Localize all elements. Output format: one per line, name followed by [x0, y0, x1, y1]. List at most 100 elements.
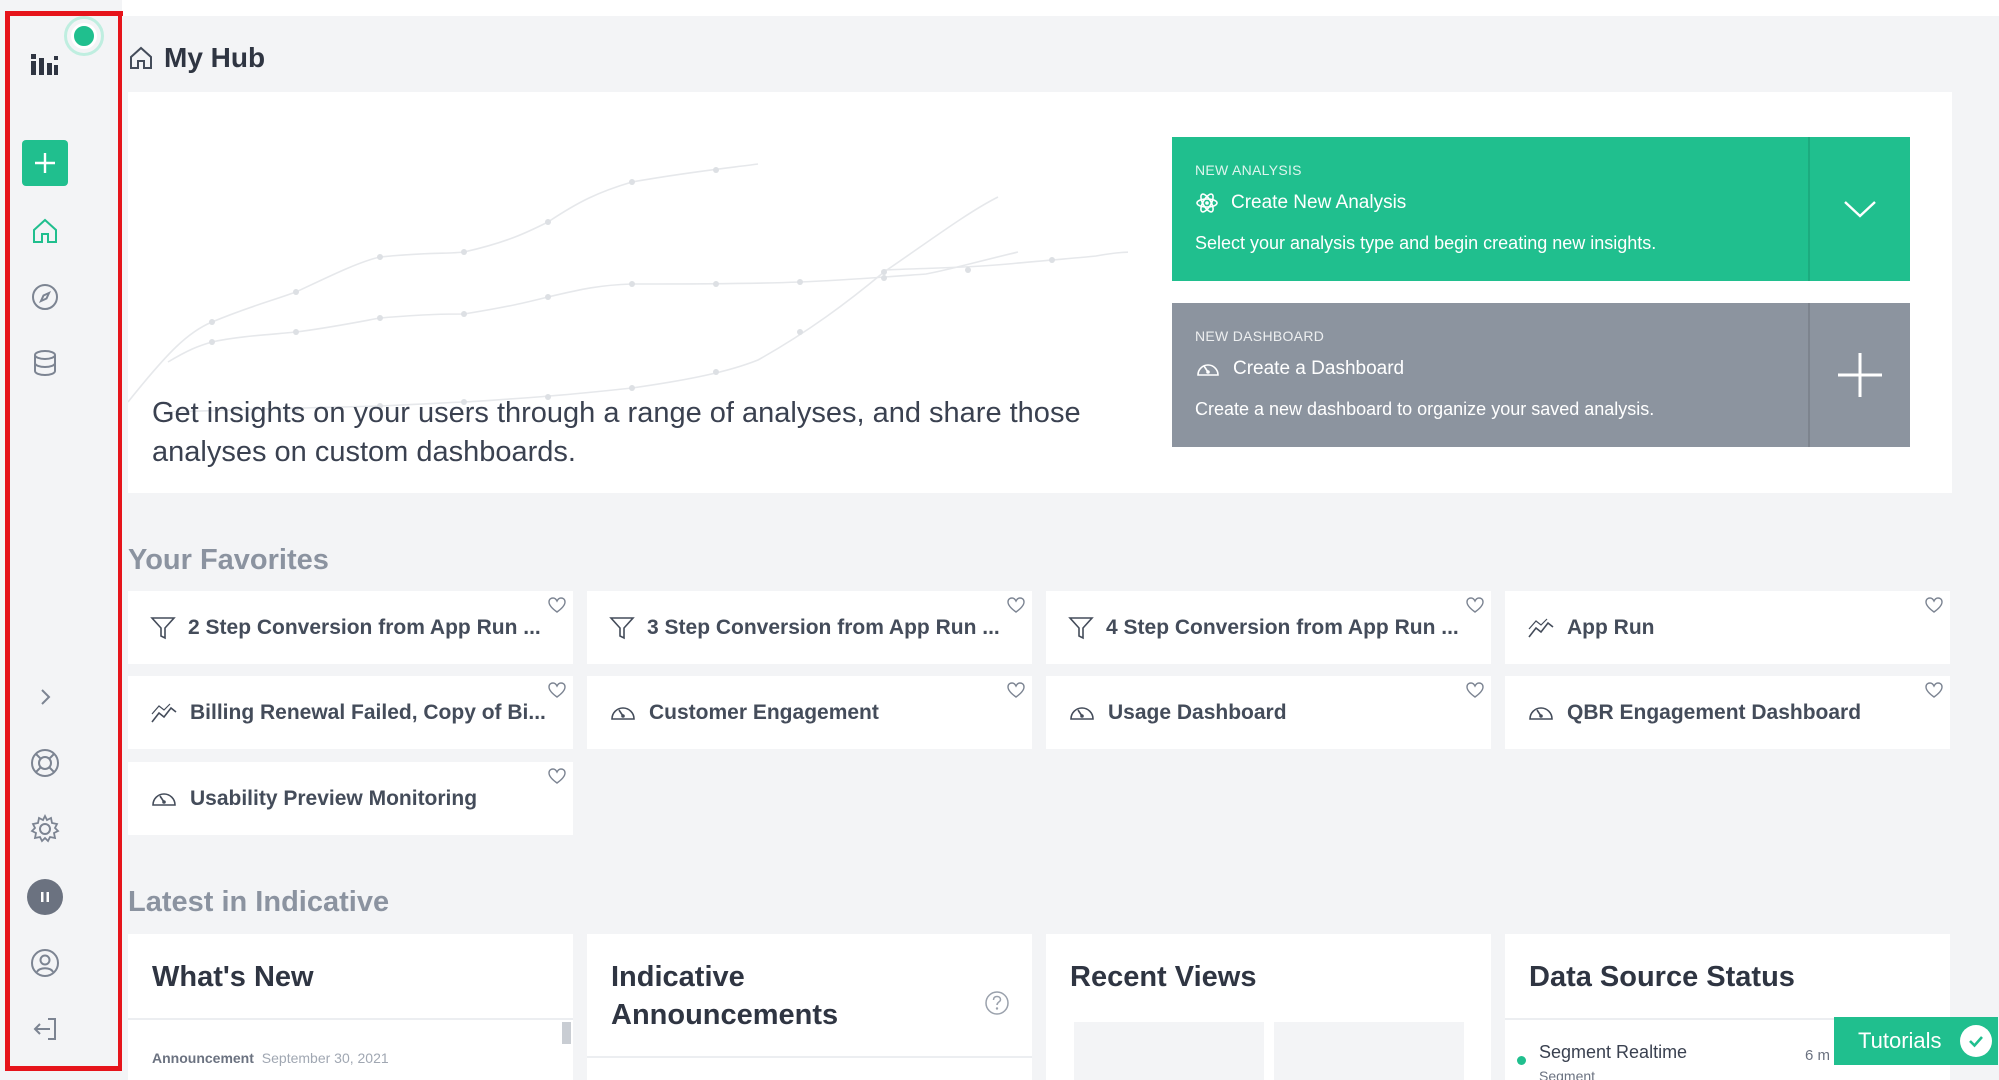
favorite-label: 2 Step Conversion from App Run ...: [188, 615, 541, 639]
new-analysis-card[interactable]: NEW ANALYSIS Create New Analysis Select …: [1172, 137, 1910, 281]
new-dashboard-description: Create a new dashboard to organize your …: [1195, 399, 1655, 419]
page-header: My Hub: [128, 42, 265, 74]
whats-new-panel: What's New Announcement September 30, 20…: [128, 934, 573, 1080]
recent-views-title: Recent Views: [1070, 961, 1257, 993]
panel-divider: [128, 1018, 573, 1020]
trend-icon: [151, 703, 177, 722]
announcement-meta[interactable]: Announcement September 30, 2021: [152, 1050, 389, 1066]
favorites-title: Your Favorites: [128, 544, 329, 576]
recent-view-placeholder[interactable]: [1074, 1022, 1264, 1080]
data-source-title: Data Source Status: [1529, 961, 1795, 993]
favorite-label: 4 Step Conversion from App Run ...: [1106, 615, 1459, 639]
favorite-label: Customer Engagement: [649, 700, 879, 724]
indicative-logo[interactable]: [28, 46, 60, 78]
heart-icon[interactable]: [1465, 680, 1485, 700]
funnel-icon: [150, 616, 176, 639]
page-title: My Hub: [164, 42, 266, 73]
new-dashboard-add-button[interactable]: [1808, 303, 1910, 447]
announcements-title-line1: Indicative: [611, 961, 745, 993]
announcements-title-line2: Announcements: [611, 999, 839, 1031]
atom-icon: [1196, 193, 1218, 213]
trend-icon: [1528, 618, 1554, 637]
gauge-icon: [152, 792, 176, 806]
heart-icon[interactable]: [1006, 680, 1026, 700]
announcements-panel: Indicative Announcements: [587, 934, 1032, 1080]
favorite-label: QBR Engagement Dashboard: [1567, 700, 1862, 724]
pause-button[interactable]: [27, 879, 63, 915]
panel-divider: [587, 1056, 1032, 1058]
new-analysis-dropdown-button[interactable]: [1808, 137, 1910, 281]
new-analysis-description: Select your analysis type and begin crea…: [1195, 233, 1657, 253]
lifebuoy-icon: [31, 749, 59, 777]
heart-icon[interactable]: [1465, 595, 1485, 615]
hero-panel: Get insights on your users through a ran…: [128, 92, 1952, 493]
tutorials-button[interactable]: Tutorials: [1834, 1017, 1998, 1065]
favorite-item[interactable]: QBR Engagement Dashboard: [1505, 676, 1950, 749]
help-circle-icon[interactable]: [984, 990, 1010, 1016]
gauge-icon: [1070, 706, 1094, 720]
pause-icon: [41, 892, 49, 902]
gauge-icon: [1197, 364, 1219, 376]
heart-icon[interactable]: [547, 595, 567, 615]
chevron-right-icon: [41, 689, 51, 705]
profile-button[interactable]: [24, 942, 66, 984]
status-indicator-icon: [64, 16, 104, 56]
gauge-icon: [1529, 706, 1553, 720]
tutorials-label: Tutorials: [1858, 1028, 1942, 1053]
home-nav-button[interactable]: [24, 210, 66, 252]
heart-icon[interactable]: [1924, 680, 1944, 700]
status-dot: [1517, 1056, 1526, 1065]
home-icon: [130, 46, 152, 69]
check-icon: [1959, 1025, 1992, 1057]
recent-view-placeholder[interactable]: [1274, 1022, 1464, 1080]
favorite-item[interactable]: Usage Dashboard: [1046, 676, 1491, 749]
announcement-tag: Announcement: [152, 1050, 254, 1066]
heart-icon[interactable]: [547, 766, 567, 786]
favorite-item[interactable]: Customer Engagement: [587, 676, 1032, 749]
announcements-title: Indicative Announcements: [611, 958, 838, 1034]
favorite-item[interactable]: 4 Step Conversion from App Run ...: [1046, 591, 1491, 664]
hero-description: Get insights on your users through a ran…: [152, 397, 1081, 468]
whats-new-title: What's New: [152, 961, 314, 993]
data-source-time: 6 m: [1805, 1047, 1831, 1064]
gauge-icon: [611, 706, 635, 720]
explore-nav-button[interactable]: [24, 276, 66, 318]
gear-icon: [30, 813, 60, 843]
logout-button[interactable]: [24, 1008, 66, 1050]
add-new-button[interactable]: [22, 140, 68, 186]
database-icon: [34, 350, 56, 377]
heart-icon[interactable]: [1006, 595, 1026, 615]
new-analysis-kicker: NEW ANALYSIS: [1195, 162, 1302, 178]
favorite-label: App Run: [1567, 615, 1655, 639]
panel-scrollbar[interactable]: [562, 1022, 571, 1044]
favorite-item[interactable]: App Run: [1505, 591, 1950, 664]
favorite-item[interactable]: Billing Renewal Failed, Copy of Bi...: [128, 676, 573, 749]
compass-icon: [32, 284, 58, 310]
plus-icon: [35, 153, 55, 173]
announcement-date: September 30, 2021: [261, 1050, 389, 1066]
data-nav-button[interactable]: [24, 342, 66, 384]
new-dashboard-card[interactable]: NEW DASHBOARD Create a Dashboard Create …: [1172, 303, 1910, 447]
favorite-label: Usability Preview Monitoring: [190, 786, 478, 810]
favorite-label: 3 Step Conversion from App Run ...: [647, 615, 1000, 639]
favorite-item[interactable]: 3 Step Conversion from App Run ...: [587, 591, 1032, 664]
data-source-name: Segment Realtime: [1539, 1042, 1688, 1062]
heart-icon[interactable]: [1924, 595, 1944, 615]
chevron-down-icon: [1844, 201, 1876, 218]
favorite-label: Billing Renewal Failed, Copy of Bi...: [190, 700, 546, 724]
decorative-chart-lines: [128, 163, 1128, 412]
plus-icon: [1838, 353, 1882, 397]
heart-icon[interactable]: [547, 680, 567, 700]
favorite-label: Usage Dashboard: [1108, 700, 1287, 724]
new-analysis-title: Create New Analysis: [1231, 192, 1407, 213]
funnel-icon: [1068, 616, 1094, 639]
logout-icon: [33, 1018, 56, 1040]
favorite-item[interactable]: Usability Preview Monitoring: [128, 762, 573, 835]
favorite-item[interactable]: 2 Step Conversion from App Run ...: [128, 591, 573, 664]
sidebar: [0, 0, 122, 1080]
recent-views-panel: Recent Views: [1046, 934, 1491, 1080]
settings-button[interactable]: [24, 808, 66, 850]
main-content: My Hub Get insights on your users throug…: [122, 16, 1999, 1080]
expand-sidebar-button[interactable]: [24, 676, 66, 718]
help-button[interactable]: [24, 742, 66, 784]
